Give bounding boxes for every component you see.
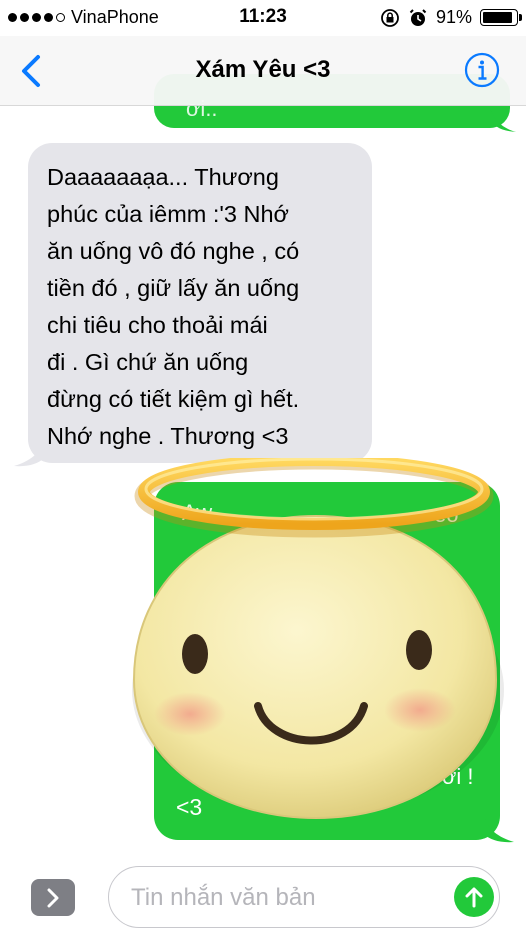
right-eye xyxy=(406,630,432,670)
left-cheek xyxy=(154,692,226,736)
halo-icon xyxy=(134,458,494,538)
previous-bubble-tail xyxy=(490,108,516,132)
info-icon[interactable] xyxy=(464,52,500,88)
status-right: 91% xyxy=(380,7,522,28)
chevron-right-icon xyxy=(47,888,59,907)
incoming-bubble-tail xyxy=(14,438,44,467)
orientation-lock-icon xyxy=(381,8,399,27)
incoming-message-bubble[interactable]: Daaaaaaạa... Thương phúc của iêmm :'3 Nh… xyxy=(28,143,372,463)
app-drawer-button[interactable] xyxy=(31,879,75,916)
angel-smiley-sticker[interactable] xyxy=(118,458,508,820)
send-button[interactable] xyxy=(454,877,494,917)
battery-icon xyxy=(480,9,522,26)
battery-level xyxy=(483,12,513,23)
incoming-message-text: Daaaaaaạa... Thương phúc của iêmm :'3 Nh… xyxy=(47,164,300,449)
alarm-icon xyxy=(409,8,427,26)
left-eye xyxy=(182,634,208,674)
conversation-title: Xám Yêu <3 xyxy=(195,56,331,83)
right-cheek xyxy=(384,688,456,732)
message-input[interactable]: Tin nhắn văn bản xyxy=(108,866,500,928)
arrow-up-icon xyxy=(465,887,483,908)
message-input-placeholder: Tin nhắn văn bản xyxy=(131,884,316,911)
battery-percent: 91% xyxy=(435,7,472,27)
navigation-bar: Xám Yêu <3 xyxy=(0,36,526,106)
status-bar: VinaPhone 11:23 91% xyxy=(0,0,526,36)
message-composer: Tin nhắn văn bản xyxy=(0,858,526,935)
